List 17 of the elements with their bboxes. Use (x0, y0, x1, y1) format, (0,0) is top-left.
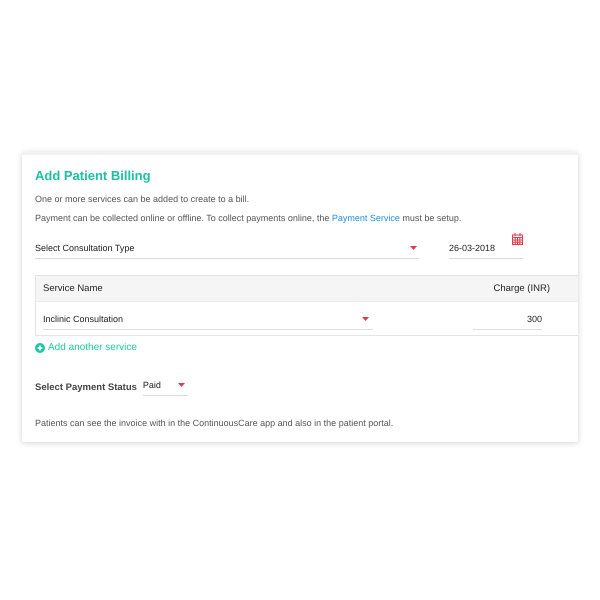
payment-note: Payment can be collected online or offline. To collect payments online, the Payment Service must be setup. (35, 213, 462, 223)
calendar-icon[interactable] (512, 233, 523, 245)
card-title: Add Patient Billing (35, 168, 152, 183)
consultation-type-select[interactable]: Select Consultation Type (35, 243, 419, 259)
plus-circle-icon (35, 342, 45, 352)
payment-status-select[interactable]: Paid (142, 380, 188, 396)
caret-icon (410, 246, 417, 250)
payment-status-label: Select Payment Status (35, 382, 137, 393)
caret-icon (178, 382, 185, 386)
service-select[interactable]: Inclinic Consultation (43, 314, 373, 330)
date-field[interactable]: 26-03-2018 (449, 243, 523, 259)
intro-text: One or more services can be added to create to a bill. (35, 194, 250, 204)
footer-note: Patients can see the invoice with in the ContinuousCare app and also in the patient portal. (35, 418, 394, 428)
caret-icon (362, 316, 369, 320)
column-header: Charge (INR) (494, 283, 550, 294)
charge-input[interactable]: 300 (473, 314, 542, 330)
column-header: Service Name (43, 283, 103, 294)
